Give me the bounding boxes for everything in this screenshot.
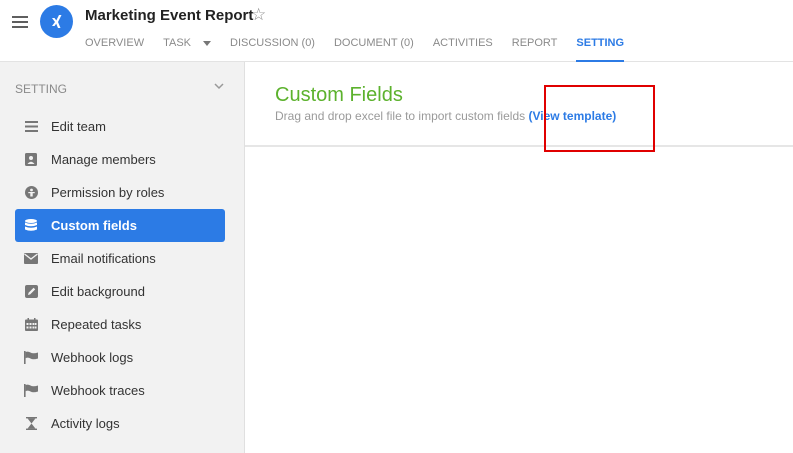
sidebar-item-permission-by-roles[interactable]: Permission by roles: [15, 176, 225, 209]
calendar-icon: [24, 318, 38, 332]
project-title: Marketing Event Report: [85, 7, 254, 24]
section-divider: [245, 145, 793, 147]
sidebar-item-label: Email notifications: [51, 251, 156, 266]
xing-logo-icon: [51, 14, 61, 28]
tab-label: TASK: [163, 37, 192, 49]
sidebar-item-label: Webhook logs: [51, 350, 134, 365]
sidebar-item-label: Manage members: [51, 152, 156, 167]
sidebar-item-label: Edit team: [51, 119, 106, 134]
highlight-box: [544, 85, 655, 152]
sidebar-item-edit-background[interactable]: Edit background: [15, 275, 225, 308]
sidebar-item-label: Custom fields: [51, 218, 137, 233]
chevron-down-icon[interactable]: [213, 80, 225, 92]
sidebar-item-label: Repeated tasks: [51, 317, 142, 332]
sidebar-item-repeated-tasks[interactable]: Repeated tasks: [15, 308, 225, 341]
sidebar-item-webhook-traces[interactable]: Webhook traces: [15, 374, 225, 407]
envelope-icon: [24, 252, 38, 266]
pencil-icon: [24, 285, 38, 299]
app-logo[interactable]: [40, 5, 73, 38]
sidebar-heading: SETTING: [15, 82, 68, 96]
settings-sidebar: SETTING Edit team Manage members Permiss…: [0, 62, 245, 453]
sidebar-item-manage-members[interactable]: Manage members: [15, 143, 225, 176]
tab-label: SETTING: [576, 37, 625, 49]
tab-document[interactable]: DOCUMENT (0): [334, 37, 414, 62]
sidebar-item-label: Permission by roles: [51, 185, 165, 200]
caret-down-icon[interactable]: [203, 40, 212, 46]
sidebar-item-edit-team[interactable]: Edit team: [15, 110, 225, 143]
sidebar-item-label: Activity logs: [51, 416, 120, 431]
menu-icon[interactable]: [12, 16, 28, 30]
sidebar-item-label: Edit background: [51, 284, 145, 299]
sidebar-menu: Edit team Manage members Permission by r…: [15, 110, 225, 440]
person-circle-icon: [24, 186, 38, 200]
sidebar-item-label: Webhook traces: [51, 383, 145, 398]
tab-report[interactable]: REPORT: [512, 37, 558, 62]
tab-label: REPORT: [511, 37, 558, 49]
tab-label: ACTIVITIES: [432, 37, 493, 49]
sidebar-item-email-notifications[interactable]: Email notifications: [15, 242, 225, 275]
tab-setting[interactable]: SETTING: [576, 37, 624, 62]
app-header: Marketing Event Report ☆ OVERVIEW TASK D…: [0, 0, 793, 62]
tab-overview[interactable]: OVERVIEW: [85, 37, 144, 62]
sidebar-item-activity-logs[interactable]: Activity logs: [15, 407, 225, 440]
sidebar-item-custom-fields[interactable]: Custom fields: [15, 209, 225, 242]
tab-label: DISCUSSION (0): [230, 37, 315, 49]
sidebar-item-webhook-logs[interactable]: Webhook logs: [15, 341, 225, 374]
list-icon: [24, 120, 38, 134]
flag-icon: [24, 351, 38, 365]
hourglass-icon: [24, 417, 38, 431]
page-title: Custom Fields: [275, 84, 403, 106]
tab-activities[interactable]: ACTIVITIES: [433, 37, 493, 62]
star-icon[interactable]: ☆: [251, 5, 266, 25]
tab-task[interactable]: TASK: [163, 37, 212, 62]
contact-icon: [24, 153, 38, 167]
tab-bar: OVERVIEW TASK DISCUSSION (0) DOCUMENT (0…: [85, 37, 643, 62]
database-icon: [24, 219, 38, 233]
tab-discussion[interactable]: DISCUSSION (0): [230, 37, 315, 62]
tab-label: DOCUMENT (0): [333, 37, 414, 49]
flag-icon: [24, 384, 38, 398]
tab-label: OVERVIEW: [85, 37, 145, 49]
instructions-text: Drag and drop excel file to import custo…: [275, 109, 526, 123]
